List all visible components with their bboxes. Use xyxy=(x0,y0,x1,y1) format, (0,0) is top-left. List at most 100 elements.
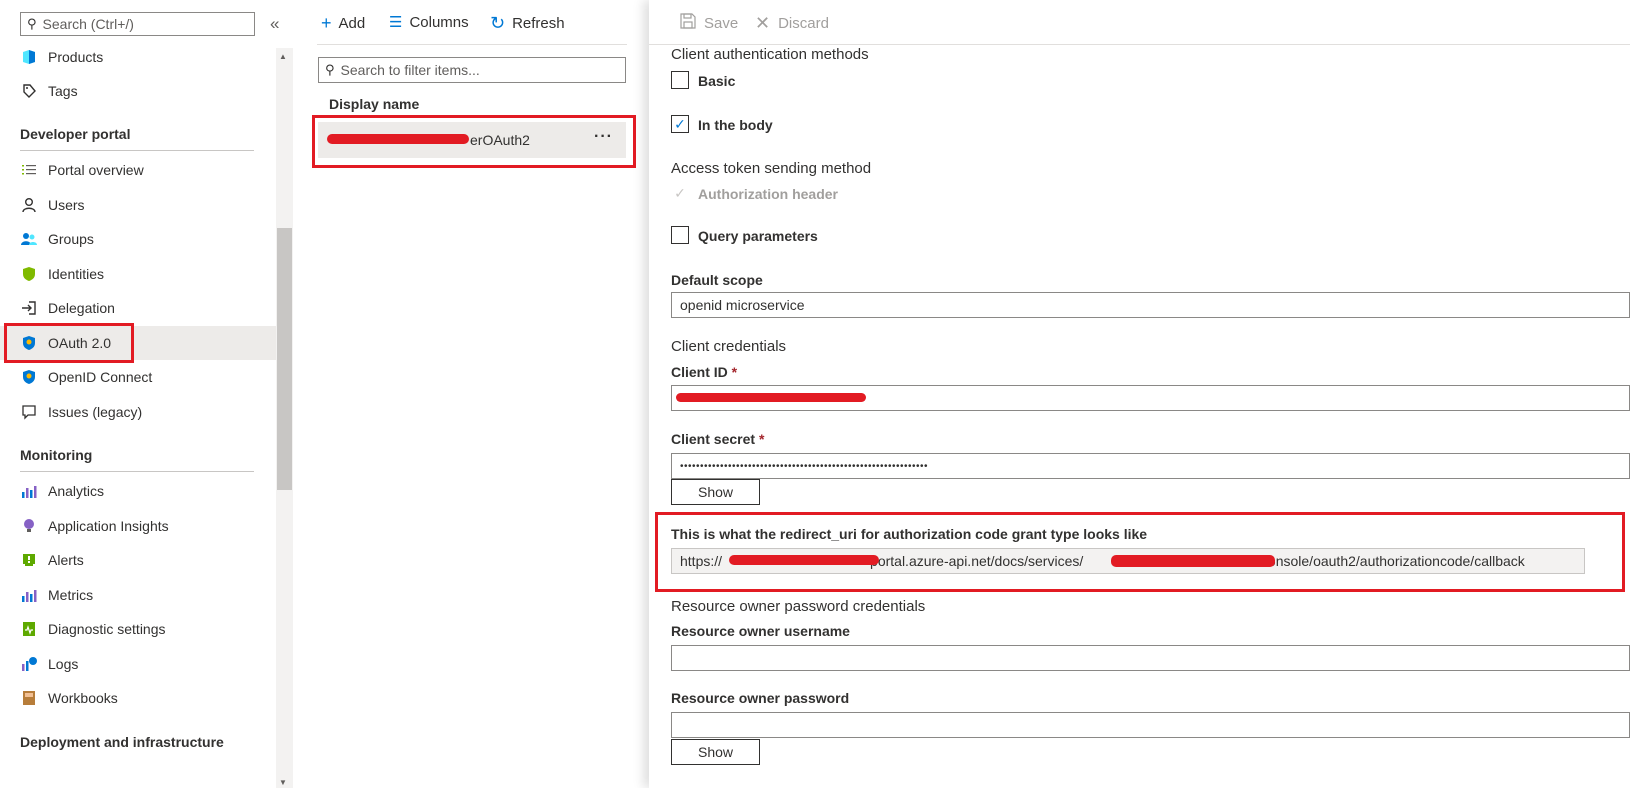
client-id-text: Client ID xyxy=(671,364,728,380)
redaction-mark xyxy=(676,393,866,402)
nav-item-label: Tags xyxy=(48,83,78,99)
nav-item-metrics[interactable]: Metrics xyxy=(0,578,276,612)
query-params-checkbox[interactable] xyxy=(671,226,689,244)
default-scope-label: Default scope xyxy=(671,272,763,288)
show-secret-button[interactable]: Show xyxy=(671,479,760,505)
nav-item-label: Alerts xyxy=(48,552,84,568)
query-params-label: Query parameters xyxy=(698,228,818,244)
client-secret-input[interactable]: ••••••••••••••••••••••••••••••••••••••••… xyxy=(671,453,1630,479)
nav-item-label: Metrics xyxy=(48,587,94,603)
default-scope-input[interactable]: openid microservice xyxy=(671,292,1630,318)
save-button[interactable]: Save xyxy=(680,13,738,34)
nav-item-label: OpenID Connect xyxy=(48,369,153,385)
basic-checkbox[interactable] xyxy=(671,71,689,89)
client-secret-label: Client secret * xyxy=(671,431,764,447)
ro-username-input[interactable] xyxy=(671,645,1630,671)
columns-button[interactable]: ☰ Columns xyxy=(389,13,469,32)
scroll-down-arrow-icon[interactable]: ▼ xyxy=(279,778,287,787)
columns-icon: ☰ xyxy=(389,14,403,31)
nav-item-label: Issues (legacy) xyxy=(48,404,143,420)
in-body-checkbox[interactable]: ✓ xyxy=(671,115,689,133)
metrics-icon xyxy=(20,586,38,604)
nav-item-groups[interactable]: Groups xyxy=(0,222,276,256)
nav-item-workbooks[interactable]: Workbooks xyxy=(0,681,276,715)
checkmark-icon: ✓ xyxy=(674,115,686,132)
products-icon xyxy=(20,48,38,66)
column-header-display-name[interactable]: Display name xyxy=(329,96,419,112)
openid-shield-icon xyxy=(20,368,38,386)
highlight-box-row xyxy=(312,115,636,168)
nav-item-delegation[interactable]: Delegation xyxy=(0,291,276,325)
bar-chart-icon xyxy=(20,482,38,500)
nav-item-openid-connect[interactable]: OpenID Connect xyxy=(0,360,276,394)
in-body-label: In the body xyxy=(698,117,773,133)
close-icon: ✕ xyxy=(755,13,771,33)
sign-in-icon xyxy=(20,299,38,317)
nav-item-label: Portal overview xyxy=(48,162,144,178)
nav-item-logs[interactable]: Logs xyxy=(0,647,276,681)
nav-item-issues[interactable]: Issues (legacy) xyxy=(0,395,276,429)
nav-item-products[interactable]: Products xyxy=(0,40,276,74)
nav-item-label: Application Insights xyxy=(48,518,169,534)
nav-item-portal-overview[interactable]: Portal overview xyxy=(0,153,276,187)
auth-header-label: Authorization header xyxy=(698,186,839,202)
nav-item-alerts[interactable]: Alerts xyxy=(0,543,276,577)
required-mark: * xyxy=(758,431,765,447)
groups-icon xyxy=(20,230,38,248)
client-auth-methods-label: Client authentication methods xyxy=(671,46,869,63)
add-button[interactable]: + Add xyxy=(321,13,365,34)
nav-item-label: Workbooks xyxy=(48,690,118,706)
nav-scrollbar-thumb[interactable] xyxy=(277,228,292,490)
nav-search-input[interactable]: ⚲ Search (Ctrl+/) xyxy=(20,12,255,36)
highlight-box-redirect xyxy=(655,512,1625,592)
nav-item-label: Analytics xyxy=(48,483,105,499)
highlight-box-oauth xyxy=(4,323,134,363)
ro-password-creds-label: Resource owner password credentials xyxy=(671,598,926,615)
left-navigation: ⚲ Search (Ctrl+/) « Products Tags Develo… xyxy=(0,0,297,788)
lightbulb-icon xyxy=(20,517,38,535)
search-icon: ⚲ xyxy=(325,62,335,77)
show-password-button[interactable]: Show xyxy=(671,739,760,765)
ro-password-input[interactable] xyxy=(671,712,1630,738)
search-icon: ⚲ xyxy=(27,16,37,31)
nav-item-users[interactable]: Users xyxy=(0,188,276,222)
discard-button[interactable]: ✕ Discard xyxy=(755,13,829,34)
auth-header-checkbox: ✓ xyxy=(671,184,689,202)
nav-item-label: Groups xyxy=(48,231,94,247)
user-icon xyxy=(20,196,38,214)
section-header-developer-portal: Developer portal xyxy=(20,126,254,151)
refresh-label: Refresh xyxy=(512,15,565,32)
columns-label: Columns xyxy=(409,13,469,31)
collapse-nav-button[interactable]: « xyxy=(270,14,279,34)
nav-item-identities[interactable]: Identities xyxy=(0,257,276,291)
logs-icon xyxy=(20,655,38,673)
tag-icon xyxy=(20,82,38,100)
required-mark: * xyxy=(731,364,738,380)
access-token-method-label: Access token sending method xyxy=(671,160,872,177)
workbook-icon xyxy=(20,689,38,707)
checkmark-icon: ✓ xyxy=(674,184,686,201)
nav-item-application-insights[interactable]: Application Insights xyxy=(0,509,276,543)
alert-icon xyxy=(20,551,38,569)
scroll-up-arrow-icon[interactable]: ▲ xyxy=(279,52,287,61)
filter-input[interactable]: ⚲ Search to filter items... xyxy=(318,57,626,83)
refresh-button[interactable]: ↻ Refresh xyxy=(490,13,565,34)
nav-item-label: Identities xyxy=(48,266,105,282)
save-icon xyxy=(680,13,696,34)
nav-item-tags[interactable]: Tags xyxy=(0,74,276,108)
filter-placeholder: Search to filter items... xyxy=(340,62,480,78)
shield-icon xyxy=(20,265,38,283)
nav-item-label: Users xyxy=(48,197,85,213)
nav-search-placeholder: Search (Ctrl+/) xyxy=(42,16,134,32)
ro-password-label: Resource owner password xyxy=(671,690,850,706)
basic-label: Basic xyxy=(698,73,736,89)
discard-label: Discard xyxy=(778,15,829,32)
add-label: Add xyxy=(338,15,366,32)
refresh-icon: ↻ xyxy=(490,13,506,33)
nav-item-diagnostic-settings[interactable]: Diagnostic settings xyxy=(0,612,276,646)
ro-username-label: Resource owner username xyxy=(671,623,850,639)
client-credentials-label: Client credentials xyxy=(671,338,787,355)
section-header-deployment: Deployment and infrastructure xyxy=(20,734,224,750)
save-label: Save xyxy=(704,15,739,32)
nav-item-analytics[interactable]: Analytics xyxy=(0,474,276,508)
